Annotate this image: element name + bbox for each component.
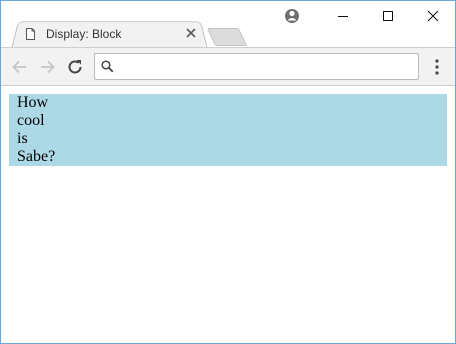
close-tab-icon[interactable] <box>185 27 197 39</box>
address-bar[interactable] <box>94 53 419 80</box>
reload-icon[interactable] <box>64 56 86 78</box>
close-window-icon[interactable] <box>410 1 456 31</box>
browser-window: Display: Block How cool is Sabe? <box>0 0 456 344</box>
search-icon <box>101 60 114 73</box>
maximize-icon[interactable] <box>365 1 411 31</box>
block-word: How <box>17 94 49 111</box>
back-arrow-icon[interactable] <box>9 56 31 78</box>
block-word: cool <box>17 112 45 129</box>
toolbar <box>1 48 455 86</box>
tab-display-block[interactable]: Display: Block <box>19 19 204 48</box>
forward-arrow-icon[interactable] <box>36 56 58 78</box>
page-icon <box>26 28 35 40</box>
new-tab-button[interactable] <box>206 28 248 46</box>
block-word: Sabe? <box>17 148 56 165</box>
tab-title: Display: Block <box>46 27 122 41</box>
block-word: is <box>17 130 28 147</box>
display-block-container: How cool is Sabe? <box>9 94 447 166</box>
address-input[interactable] <box>121 56 411 76</box>
tab-strip: Display: Block <box>1 1 456 49</box>
minimize-icon[interactable] <box>320 1 366 31</box>
page-viewport: How cool is Sabe? <box>1 86 455 343</box>
menu-kebab-icon[interactable] <box>429 57 445 77</box>
profile-icon[interactable] <box>269 1 315 31</box>
